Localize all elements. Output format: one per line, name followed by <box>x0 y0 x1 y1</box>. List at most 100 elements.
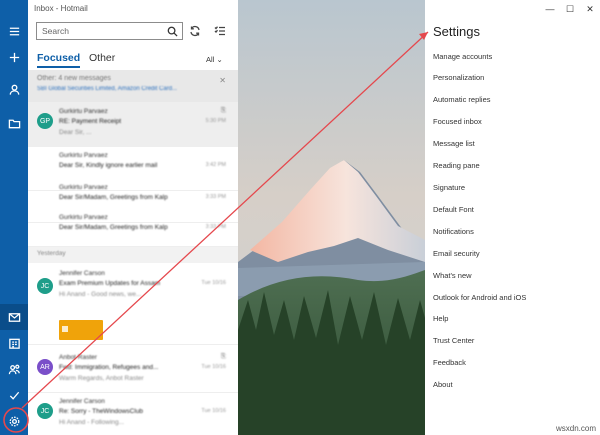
search-placeholder: Search <box>42 26 69 36</box>
message-time: 3:42 PM <box>205 162 226 168</box>
message-sender: Jennifer Carson <box>59 398 105 405</box>
select-mode-button[interactable] <box>212 23 228 39</box>
sync-button[interactable] <box>187 23 203 39</box>
gear-icon <box>9 416 19 426</box>
message-preview: Dear Sir, ... <box>59 129 92 136</box>
reading-pane-wallpaper <box>238 0 425 435</box>
message-subject: Dear Sir, Kindly ignore earlier mail <box>59 162 158 169</box>
other-inbox-notice[interactable]: Other: 4 new messages SBI Global Securit… <box>28 70 238 102</box>
message-sender: Gurkirtu Parvaez <box>59 214 108 221</box>
attachment-thumbnail[interactable] <box>59 320 103 340</box>
message-time: Tue 10/16 <box>201 408 226 414</box>
list-item[interactable]: GP Gurkirtu Parvaez RE: Payment Receipt … <box>28 102 238 147</box>
checkmark-icon <box>9 391 19 400</box>
settings-item-email-security[interactable]: Email security <box>433 249 480 258</box>
settings-panel: — ☐ ✕ Settings Manage accounts Personali… <box>425 0 600 435</box>
message-sender: Gurkirtu Parvaez <box>59 184 108 191</box>
select-list-icon <box>214 26 225 36</box>
list-item[interactable]: JC Jennifer Carson Re: Sorry - TheWindow… <box>28 392 238 435</box>
watermark: wsxdn.com <box>555 424 596 433</box>
message-preview: Warm Regards, Anbot Raster <box>59 375 144 382</box>
filter-label: All <box>206 55 215 64</box>
hamburger-menu-button[interactable] <box>0 18 28 44</box>
mail-icon <box>8 312 20 322</box>
accounts-button[interactable] <box>0 76 28 102</box>
folders-button[interactable] <box>0 110 28 136</box>
maximize-button[interactable]: ☐ <box>560 0 580 18</box>
calendar-button[interactable] <box>0 330 28 356</box>
message-time: 5:30 PM <box>205 118 226 124</box>
person-icon <box>9 84 19 95</box>
message-time: 3:33 PM <box>205 224 226 230</box>
mountain-image <box>238 0 425 435</box>
chevron-down-icon: ⌄ <box>216 55 223 64</box>
settings-item-notifications[interactable]: Notifications <box>433 227 474 236</box>
avatar: JC <box>37 278 53 294</box>
message-list-pane: Inbox - Hotmail Search Focused Other All… <box>28 0 239 435</box>
mail-button[interactable] <box>0 304 28 330</box>
close-button[interactable]: ✕ <box>580 0 600 18</box>
search-input[interactable]: Search <box>36 22 183 40</box>
nav-rail <box>0 0 28 435</box>
day-separator: Yesterday <box>28 247 238 263</box>
settings-item-feedback[interactable]: Feedback <box>433 358 466 367</box>
calendar-icon <box>8 338 20 349</box>
list-item[interactable]: Gurkirtu Parvaez Dear Sir/Madam, Greetin… <box>28 208 238 247</box>
message-subject: RE: Payment Receipt <box>59 118 122 125</box>
new-mail-button[interactable] <box>0 44 28 70</box>
settings-item-reading-pane[interactable]: Reading pane <box>433 161 480 170</box>
settings-item-outlook-mobile[interactable]: Outlook for Android and iOS <box>433 293 526 302</box>
settings-item-help[interactable]: Help <box>433 314 448 323</box>
minimize-button[interactable]: — <box>540 0 560 18</box>
settings-item-focused-inbox[interactable]: Focused inbox <box>433 117 482 126</box>
settings-item-signature[interactable]: Signature <box>433 183 465 192</box>
tab-other[interactable]: Other <box>89 52 115 64</box>
avatar: GP <box>37 113 53 129</box>
attachment-icon: ⎘ <box>220 353 226 360</box>
avatar: JC <box>37 403 53 419</box>
notice-title: Other: 4 new messages <box>37 75 111 82</box>
settings-button[interactable] <box>0 408 28 434</box>
message-preview: Hi Anand - Good news, we... <box>59 291 142 298</box>
hamburger-icon <box>9 27 19 35</box>
search-icon[interactable] <box>167 26 178 37</box>
settings-item-default-font[interactable]: Default Font <box>433 205 474 214</box>
message-sender: Jennifer Carson <box>59 270 105 277</box>
message-sender: Gurkirtu Parvaez <box>59 108 108 115</box>
filter-dropdown[interactable]: All ⌄ <box>206 55 223 64</box>
sync-icon <box>190 25 200 37</box>
message-subject: Exam Premium Updates for Assam <box>59 280 161 287</box>
message-sender: Anbot Raster <box>59 354 97 361</box>
message-subject: Fwd: Immigration, Refugees and... <box>59 364 159 371</box>
attachment-icon: ⎘ <box>220 107 226 114</box>
message-time: 3:33 PM <box>205 194 226 200</box>
message-subject: Dear Sir/Madam, Greetings from Kalp <box>59 224 168 231</box>
settings-item-automatic-replies[interactable]: Automatic replies <box>433 95 491 104</box>
people-button[interactable] <box>0 356 28 382</box>
window-title: Inbox - Hotmail <box>34 4 88 13</box>
notice-detail: SBI Global Securities Limited, Amazon Cr… <box>37 86 178 92</box>
message-time: Tue 10/16 <box>201 364 226 370</box>
list-item[interactable]: AR Anbot Raster Fwd: Immigration, Refuge… <box>28 348 238 393</box>
settings-item-message-list[interactable]: Message list <box>433 139 475 148</box>
settings-item-trust-center[interactable]: Trust Center <box>433 336 474 345</box>
message-time: Tue 10/16 <box>201 280 226 286</box>
message-subject: Dear Sir/Madam, Greetings from Kalp <box>59 194 168 201</box>
settings-item-manage-accounts[interactable]: Manage accounts <box>433 52 492 61</box>
day-separator-label: Yesterday <box>37 250 66 257</box>
settings-item-personalization[interactable]: Personalization <box>433 73 484 82</box>
tab-focused[interactable]: Focused <box>37 52 81 68</box>
window-caption-buttons: — ☐ ✕ <box>540 0 600 18</box>
settings-title: Settings <box>433 24 480 39</box>
settings-item-whats-new[interactable]: What's new <box>433 271 472 280</box>
settings-item-about[interactable]: About <box>433 380 453 389</box>
plus-icon <box>9 52 19 62</box>
message-preview: Hi Anand - Following... <box>59 419 125 426</box>
message-subject: Re: Sorry - TheWindowsClub <box>59 408 144 415</box>
avatar: AR <box>37 359 53 375</box>
folder-icon <box>8 119 20 128</box>
close-icon[interactable]: ✕ <box>219 76 226 85</box>
people-icon <box>8 364 20 374</box>
message-sender: Gurkirtu Parvaez <box>59 152 108 159</box>
todo-button[interactable] <box>0 382 28 408</box>
